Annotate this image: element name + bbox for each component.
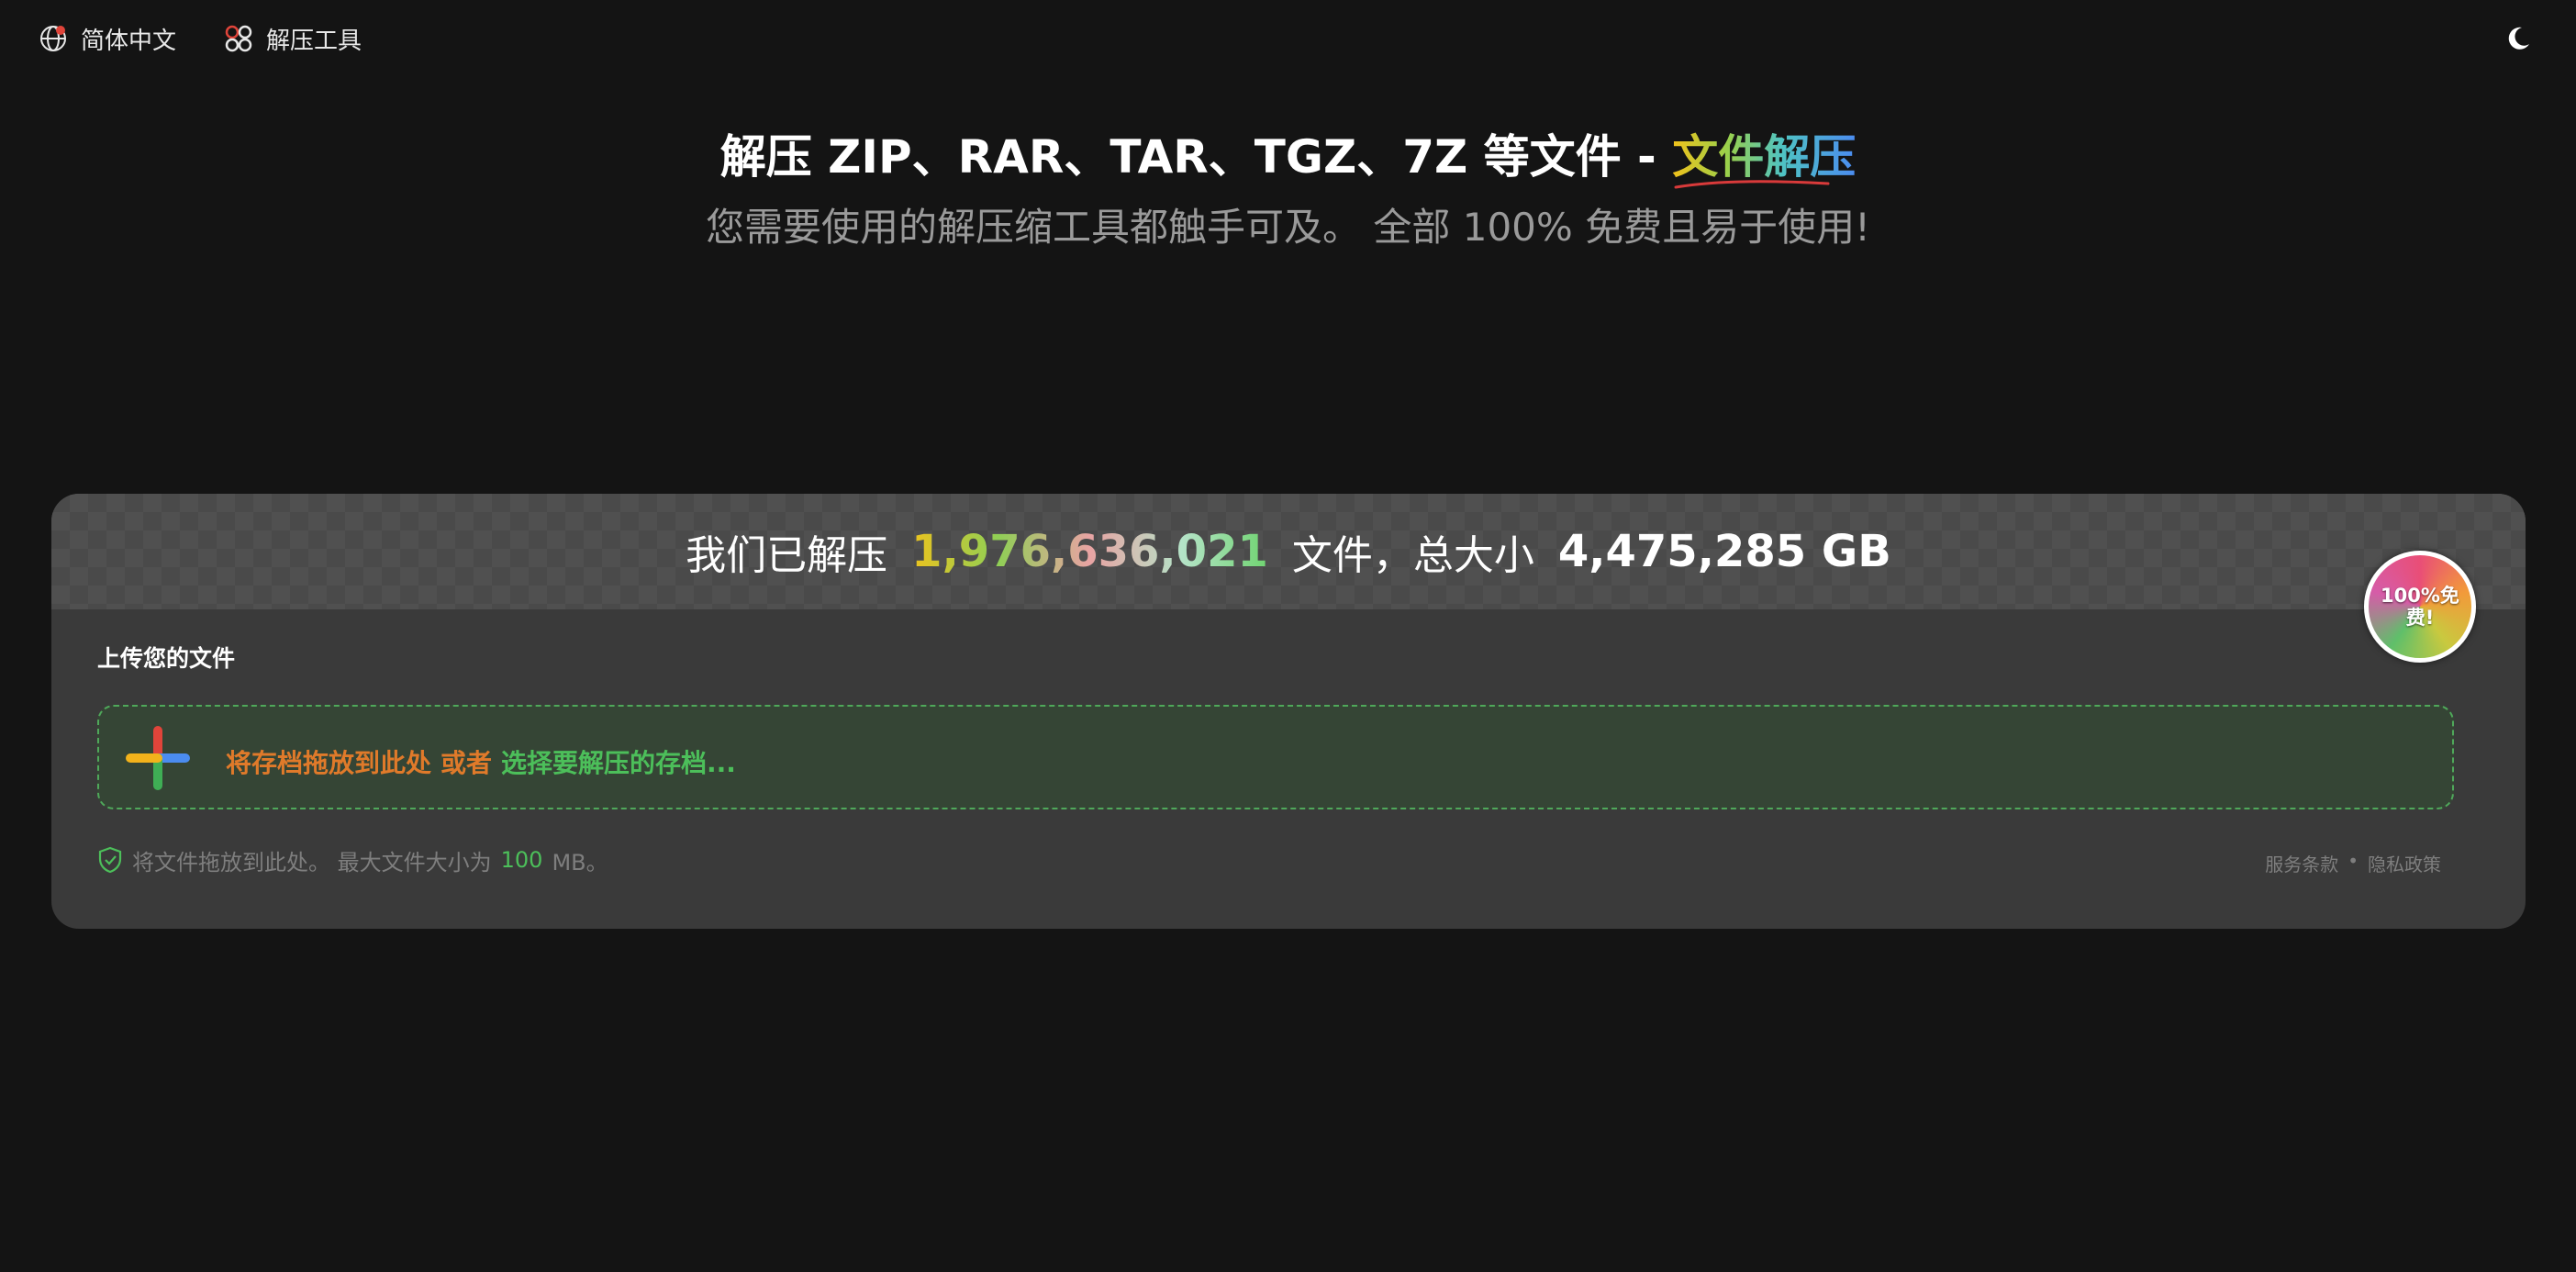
shield-check-icon bbox=[98, 846, 122, 874]
underline-swoosh-icon bbox=[1674, 180, 1830, 189]
moon-icon[interactable] bbox=[2504, 24, 2533, 53]
title-prefix: 解压 ZIP、RAR、TAR、TGZ、7Z 等文件 - bbox=[719, 130, 1673, 184]
link-separator: • bbox=[2347, 850, 2359, 872]
language-selector[interactable]: 简体中文 bbox=[39, 22, 176, 55]
free-badge[interactable]: 100%免费! bbox=[2364, 551, 2476, 663]
tools-label: 解压工具 bbox=[266, 27, 362, 55]
stats-prefix: 我们已解压 bbox=[686, 532, 888, 579]
language-label: 简体中文 bbox=[81, 27, 177, 55]
free-badge-text: 100%免费! bbox=[2381, 585, 2459, 629]
page-title: 解压 ZIP、RAR、TAR、TGZ、7Z 等文件 - 文件解压 bbox=[0, 127, 2576, 189]
dropzone-text: 将存档拖放到此处 或者 选择要解压的存档... bbox=[226, 743, 736, 780]
tools-menu[interactable]: 解压工具 bbox=[224, 22, 362, 55]
terms-link[interactable]: 服务条款 bbox=[2265, 850, 2338, 876]
choose-archive-link[interactable]: 选择要解压的存档... bbox=[501, 748, 736, 778]
stats-middle: 文件，总大小 bbox=[1291, 532, 1534, 579]
legal-links: 服务条款 • 隐私政策 bbox=[2265, 850, 2441, 876]
drag-text: 将存档拖放到此处 bbox=[226, 748, 432, 778]
note-prefix: 将文件拖放到此处。 最大文件大小为 bbox=[132, 849, 492, 876]
total-size: 4,475,285 GB bbox=[1557, 526, 1891, 577]
file-count: 1,976,636,021 bbox=[906, 526, 1274, 577]
upload-label: 上传您的文件 bbox=[97, 645, 236, 672]
grid-icon bbox=[225, 25, 252, 52]
file-dropzone[interactable]: 将存档拖放到此处 或者 选择要解压的存档... bbox=[97, 705, 2454, 809]
upload-note: 将文件拖放到此处。 最大文件大小为 100 MB。 bbox=[97, 844, 608, 876]
note-suffix: MB。 bbox=[552, 849, 608, 876]
title-highlight-text: 文件解压 bbox=[1672, 130, 1857, 184]
max-file-size: 100 bbox=[500, 847, 543, 873]
plus-icon bbox=[126, 726, 190, 790]
stats-banner: 我们已解压 1,976,636,021 文件，总大小 4,475,285 GB bbox=[51, 494, 2526, 609]
or-text: 或者 bbox=[440, 748, 493, 778]
page-subtitle: 您需要使用的解压缩工具都触手可及。 全部 100% 免费且易于使用! bbox=[706, 205, 1870, 250]
upload-card: 我们已解压 1,976,636,021 文件，总大小 4,475,285 GB … bbox=[51, 494, 2526, 929]
title-highlight: 文件解压 bbox=[1672, 130, 1857, 189]
globe-icon bbox=[40, 26, 66, 51]
top-navigation: 简体中文 解压工具 bbox=[0, 0, 2576, 79]
privacy-link[interactable]: 隐私政策 bbox=[2368, 850, 2441, 876]
